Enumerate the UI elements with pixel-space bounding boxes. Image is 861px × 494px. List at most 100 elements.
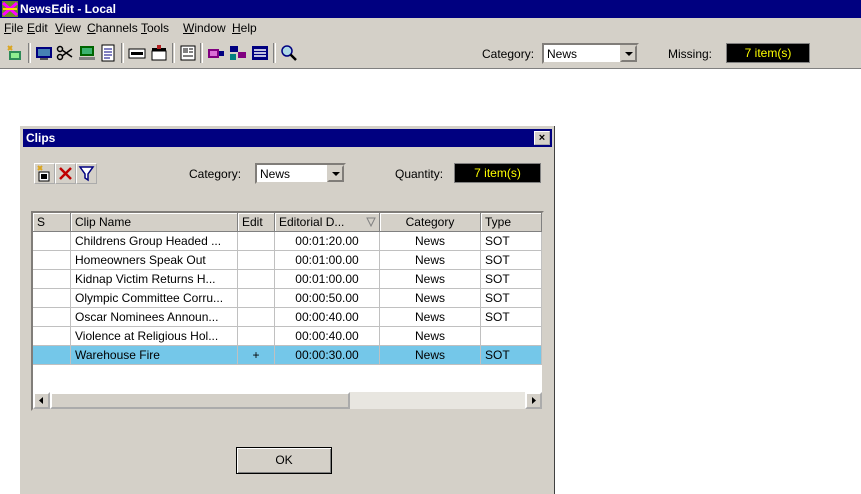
cell-type: SOT <box>481 308 542 327</box>
table-row[interactable]: Oscar Nominees Announ... 00:00:40.00 News S… <box>33 308 542 327</box>
filter-button[interactable] <box>76 163 97 184</box>
cell-edit <box>238 232 275 251</box>
cell-clip-name: Violence at Religious Hol... <box>71 327 238 346</box>
strip-icon[interactable] <box>128 44 146 62</box>
menu-file[interactable]: File <box>4 21 23 35</box>
cell-editorial-duration: 00:00:50.00 <box>275 289 380 308</box>
cell-edit <box>238 270 275 289</box>
column-header-clip-name[interactable]: Clip Name <box>71 213 238 232</box>
cell-category: News <box>380 270 481 289</box>
cell-s <box>33 270 71 289</box>
cell-clip-name: Warehouse Fire <box>71 346 238 365</box>
dialog-category-select[interactable]: News <box>255 163 346 184</box>
cell-category: News <box>380 232 481 251</box>
app-title: NewsEdit - Local <box>20 2 117 16</box>
cell-type <box>481 327 542 346</box>
cell-s <box>33 289 71 308</box>
scissors-icon[interactable] <box>56 44 74 62</box>
delete-icon <box>59 167 72 180</box>
new-clip-icon[interactable] <box>6 44 24 62</box>
toolbar-separator <box>121 43 124 63</box>
column-header-s[interactable]: S <box>33 213 71 232</box>
menu-view[interactable]: View <box>55 21 81 35</box>
channel-icon[interactable] <box>207 44 225 62</box>
table-row[interactable]: Homeowners Speak Out 00:01:00.00 News SOT <box>33 251 542 270</box>
computer-icon[interactable] <box>78 44 96 62</box>
menu-channels[interactable]: Channels <box>87 21 138 35</box>
cell-edit <box>238 308 275 327</box>
cell-type: SOT <box>481 232 542 251</box>
dialog-category-label: Category: <box>189 167 242 181</box>
close-button[interactable]: × <box>534 131 550 145</box>
cell-type: SOT <box>481 270 542 289</box>
newsedit-app-icon <box>2 1 18 17</box>
new-clip-icon <box>37 165 50 182</box>
cell-editorial-duration: 00:01:00.00 <box>275 270 380 289</box>
menu-window[interactable]: Window <box>183 21 226 35</box>
scroll-thumb[interactable] <box>50 392 350 409</box>
main-toolbar: Category: News Missing: 7 item(s) <box>0 37 861 69</box>
column-header-type[interactable]: Type <box>481 213 542 232</box>
properties-icon[interactable] <box>179 44 197 62</box>
cell-type: SOT <box>481 346 542 365</box>
dialog-title: Clips <box>26 131 56 145</box>
toolbar-separator <box>273 43 276 63</box>
column-header-edit[interactable]: Edit <box>238 213 275 232</box>
document-icon[interactable] <box>99 44 117 62</box>
missing-label: Missing: <box>668 47 713 61</box>
cell-editorial-duration: 00:01:20.00 <box>275 232 380 251</box>
toolbar-separator <box>172 43 175 63</box>
chevron-down-icon[interactable] <box>327 165 344 182</box>
dialog-titlebar: Clips × <box>23 129 552 147</box>
new-clip-button[interactable] <box>34 163 55 184</box>
quantity-counter: 7 item(s) <box>454 163 541 183</box>
cell-edit <box>238 289 275 308</box>
arrow-right-icon <box>532 397 536 404</box>
cell-s <box>33 308 71 327</box>
column-header-editorial-duration[interactable]: Editorial D... <box>275 213 380 232</box>
horizontal-scrollbar[interactable] <box>33 392 542 409</box>
table-row[interactable]: Olympic Committee Corru... 00:00:50.00 New… <box>33 289 542 308</box>
toolbar-separator <box>200 43 203 63</box>
clapper-icon[interactable] <box>150 44 168 62</box>
cell-category: News <box>380 308 481 327</box>
table-row[interactable]: Warehouse Fire +00:00:30.00 News SOT <box>33 346 542 365</box>
cell-s <box>33 346 71 365</box>
cell-category: News <box>380 289 481 308</box>
cell-edit: + <box>238 346 275 365</box>
chevron-down-icon[interactable] <box>620 45 637 62</box>
search-icon[interactable] <box>280 44 298 62</box>
column-header-category[interactable]: Category <box>380 213 481 232</box>
cell-category: News <box>380 251 481 270</box>
arrow-left-icon <box>39 397 43 404</box>
table-row[interactable]: Violence at Religious Hol... 00:00:40.00 N… <box>33 327 542 346</box>
clips-table: S Clip Name Edit Editorial D... Category… <box>31 211 544 411</box>
cell-type: SOT <box>481 289 542 308</box>
menu-bar: File Edit View Channels Tools Window Hel… <box>0 18 861 37</box>
cell-edit <box>238 327 275 346</box>
table-row[interactable]: Childrens Group Headed ... 00:01:20.00 New… <box>33 232 542 251</box>
scroll-right-button[interactable] <box>525 392 542 409</box>
ok-button[interactable]: OK <box>236 447 332 474</box>
cell-editorial-duration: 00:00:40.00 <box>275 327 380 346</box>
column-header-editorial-label: Editorial D... <box>279 215 345 229</box>
cell-s <box>33 327 71 346</box>
quantity-label: Quantity: <box>395 167 444 181</box>
sort-indicator-icon <box>366 217 376 227</box>
delete-clip-button[interactable] <box>55 163 76 184</box>
category-select[interactable]: News <box>542 43 639 64</box>
menu-tools[interactable]: Tools <box>141 21 169 35</box>
cell-edit <box>238 251 275 270</box>
cell-editorial-duration: 00:00:40.00 <box>275 308 380 327</box>
cell-s <box>33 251 71 270</box>
list-icon[interactable] <box>251 44 269 62</box>
category-value: News <box>547 47 578 61</box>
monitor-icon[interactable] <box>35 44 53 62</box>
channels-icon[interactable] <box>229 44 247 62</box>
cell-clip-name: Kidnap Victim Returns H... <box>71 270 238 289</box>
cell-s <box>33 232 71 251</box>
table-row[interactable]: Kidnap Victim Returns H... 00:01:00.00 New… <box>33 270 542 289</box>
menu-edit[interactable]: Edit <box>27 21 48 35</box>
scroll-left-button[interactable] <box>33 392 50 409</box>
menu-help[interactable]: Help <box>232 21 257 35</box>
